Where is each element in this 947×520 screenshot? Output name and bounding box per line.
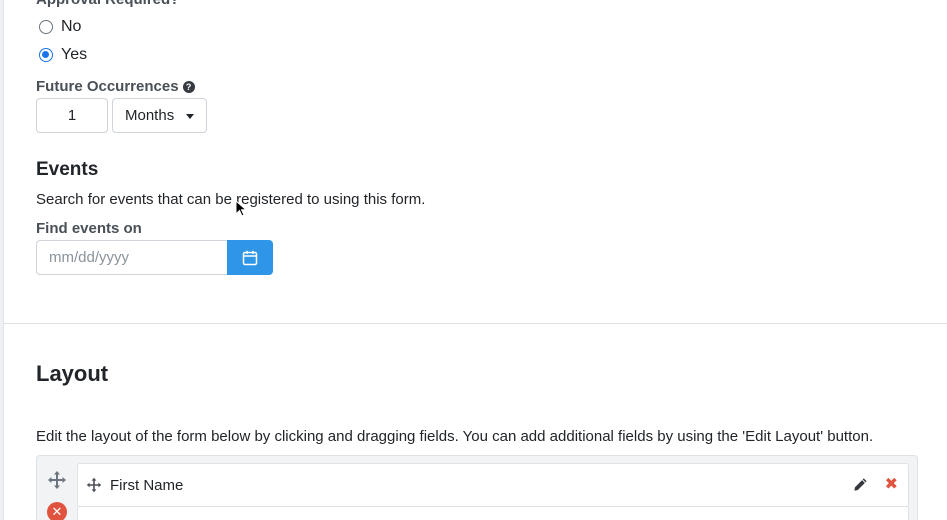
- unit-select-value: Months: [125, 107, 175, 124]
- future-occurrences-text: Future Occurrences: [36, 78, 179, 95]
- caret-down-icon: [186, 114, 194, 119]
- events-description: Search for events that can be registered…: [36, 191, 426, 208]
- radio-no[interactable]: [39, 20, 53, 34]
- calendar-icon: [242, 250, 258, 265]
- radio-option-no[interactable]: No: [39, 18, 81, 36]
- events-heading: Events: [36, 159, 99, 180]
- edit-field-button[interactable]: [853, 477, 868, 492]
- section-divider: [4, 323, 947, 324]
- layout-description: Edit the layout of the form below by cli…: [36, 428, 874, 445]
- approval-required-label: Approval Required?: [36, 0, 179, 8]
- find-events-date-input[interactable]: mm/dd/yyyy: [36, 240, 228, 275]
- layout-heading: Layout: [36, 361, 109, 386]
- pencil-icon: [854, 478, 867, 491]
- mouse-cursor-icon: [235, 200, 247, 217]
- row-move-icon[interactable]: [47, 470, 67, 490]
- question-circle-icon[interactable]: ?: [182, 80, 195, 93]
- radio-option-yes[interactable]: Yes: [39, 46, 87, 64]
- left-border: [0, 0, 4, 520]
- field-name: First Name: [110, 476, 184, 494]
- layout-field-card[interactable]: First Name ✖: [77, 463, 909, 507]
- drag-handle[interactable]: [86, 477, 102, 493]
- calendar-button[interactable]: [227, 240, 273, 275]
- radio-yes[interactable]: [39, 48, 53, 62]
- radio-yes-label: Yes: [61, 46, 88, 63]
- move-icon: [86, 477, 102, 493]
- remove-field-icon[interactable]: ✖: [885, 477, 898, 493]
- future-occurrences-unit-select[interactable]: Months: [112, 98, 207, 133]
- future-occurrences-label: Future Occurrences ?: [36, 78, 195, 95]
- layout-field-card[interactable]: [77, 506, 909, 520]
- future-occurrences-input[interactable]: 1: [36, 98, 108, 133]
- radio-no-label: No: [61, 18, 82, 35]
- row-remove-icon[interactable]: ✕: [47, 502, 67, 520]
- find-events-label: Find events on: [36, 220, 142, 237]
